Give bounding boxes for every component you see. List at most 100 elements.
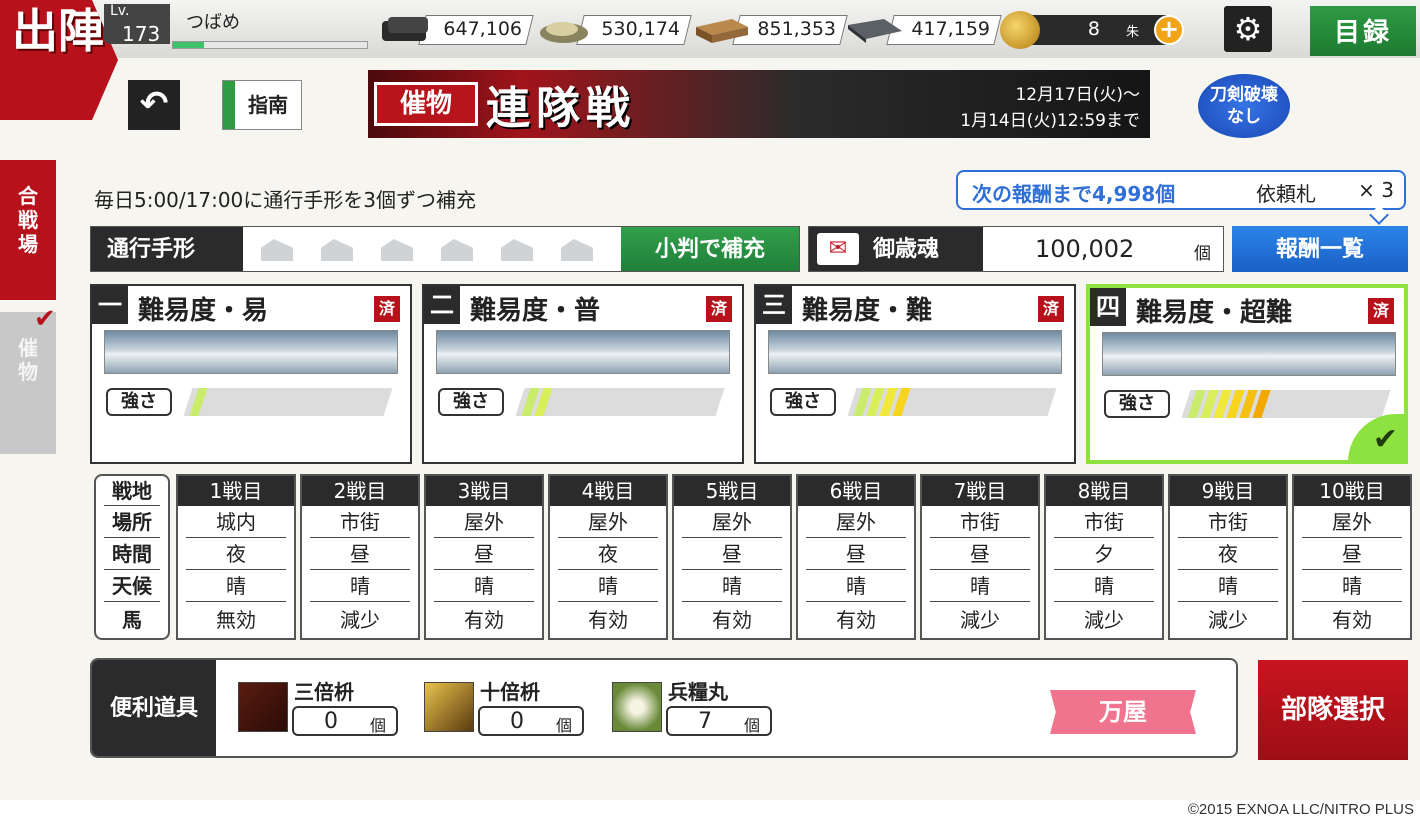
back-arrow-icon[interactable]: ↶: [128, 80, 180, 130]
add-koban-plus-icon[interactable]: +: [1154, 15, 1184, 45]
player-name: つばめ: [186, 12, 240, 33]
battle-time: 夜: [558, 538, 658, 570]
battle-weather: 晴: [558, 570, 658, 602]
level-label: Lv.: [110, 3, 130, 19]
battle-number: 2戦目: [302, 476, 418, 506]
battle-column: 8戦目 市街夕晴減少: [1044, 474, 1164, 640]
ration-pill-icon: [612, 682, 662, 732]
catalog-button[interactable]: 目録: [1310, 6, 1416, 56]
battle-place: 市街: [1178, 506, 1278, 538]
battle-time: 昼: [1302, 538, 1402, 570]
difficulty-card[interactable]: 四難易度・超難 済強さ ✔: [1086, 284, 1408, 464]
next-reward-count: × 3: [1358, 178, 1394, 202]
strength-label: 強さ: [106, 388, 172, 416]
battle-column: 2戦目 市街昼晴減少: [300, 474, 420, 640]
snow-landscape-image: [768, 330, 1062, 374]
strength-bar: [515, 388, 725, 416]
resource-steel: 530,174: [536, 11, 696, 45]
battle-horse: 有効: [836, 608, 876, 632]
battle-number: 10戦目: [1294, 476, 1410, 506]
battle-weather: 晴: [310, 570, 410, 602]
settings-gear-icon[interactable]: ⚙: [1224, 6, 1272, 52]
saisai-value: 100,002: [1035, 235, 1135, 263]
battle-number: 9戦目: [1170, 476, 1286, 506]
battle-table: 戦地 場所 時間 天候馬 1戦目 城内夜晴無効 2戦目 市街昼晴減少 3戦目 屋外昼晴有効 4戦目屋…: [94, 474, 1416, 642]
item-count: 0: [510, 709, 524, 734]
side-tab-battlefield[interactable]: 合戦場: [0, 160, 56, 300]
battle-place: 屋外: [1302, 506, 1402, 538]
battle-place: 城内: [186, 506, 286, 538]
item-unit: 個: [370, 716, 387, 735]
battle-column: 10戦目 屋外昼晴有効: [1292, 474, 1412, 640]
difficulty-number: 二: [424, 286, 460, 324]
refill-with-koban-button[interactable]: 小判で補充: [621, 227, 799, 271]
shop-button[interactable]: 万屋: [1050, 690, 1196, 734]
item-tenfold-box[interactable]: 十倍枡 0 個: [424, 676, 604, 746]
strength-label: 強さ: [1104, 390, 1170, 418]
pass-slot-icon: [321, 239, 353, 261]
battle-column: 4戦目 屋外夜晴有効: [548, 474, 668, 640]
difficulty-card[interactable]: 三難易度・難 済強さ: [754, 284, 1076, 464]
item-ration-pill[interactable]: 兵糧丸 7 個: [612, 676, 792, 746]
pass-slot-icon: [381, 239, 413, 261]
no-break-line1: 刀剣破壊: [1210, 85, 1278, 105]
side-tab-char: 催: [18, 336, 38, 360]
triple-box-icon: [238, 682, 288, 732]
pass-slot-icon: [261, 239, 293, 261]
coolant-icon: [696, 19, 748, 43]
battle-time: 夕: [1054, 538, 1154, 570]
pass-row: 通行手形 小判で補充: [90, 226, 800, 272]
item-count-box: 0 個: [478, 706, 584, 736]
strength-bar: [1181, 390, 1391, 418]
battle-place: 屋外: [558, 506, 658, 538]
battle-place: 屋外: [434, 506, 534, 538]
battle-column: 1戦目 城内夜晴無効: [176, 474, 296, 640]
battle-row-label: 戦地: [104, 476, 160, 506]
strength-segment: [189, 388, 208, 416]
difficulty-card[interactable]: 二難易度・普 済強さ: [422, 284, 744, 464]
battle-number: 5戦目: [674, 476, 790, 506]
difficulty-card[interactable]: 一難易度・易 済強さ: [90, 284, 412, 464]
battle-horse: 減少: [340, 608, 380, 632]
koban-counter: 8 朱 +: [1000, 11, 1196, 49]
side-tab-char: 場: [18, 232, 38, 256]
battle-row-label: 場所: [104, 506, 160, 538]
battle-horse: 有効: [712, 608, 752, 632]
cleared-badge: 済: [706, 296, 732, 322]
snow-landscape-image: [104, 330, 398, 374]
event-date-start: 12月17日(火)～: [1015, 85, 1140, 105]
battle-row-labels: 戦地 場所 時間 天候馬: [94, 474, 170, 640]
resource-whetstone: 417,159: [846, 11, 1006, 45]
item-name: 兵糧丸: [668, 680, 728, 704]
battle-horse: 無効: [216, 608, 256, 632]
battle-weather: 晴: [682, 570, 782, 602]
selected-check-icon: ✔: [1348, 414, 1406, 462]
side-tab-char: 合: [18, 184, 38, 208]
battle-place: 屋外: [682, 506, 782, 538]
difficulty-number: 三: [756, 286, 792, 324]
side-tab-battlefield-label: 合戦場: [0, 184, 56, 256]
battle-time: 昼: [682, 538, 782, 570]
difficulty-title: 難易度・普: [470, 296, 601, 326]
event-title: 連隊戦: [486, 83, 636, 134]
level-value: 173: [122, 22, 161, 46]
battle-place: 屋外: [806, 506, 906, 538]
battle-number: 1戦目: [178, 476, 294, 506]
battle-horse: 有効: [588, 608, 628, 632]
battle-column: 7戦目 市街昼晴減少: [920, 474, 1040, 640]
tenfold-box-icon: [424, 682, 474, 732]
battle-weather: 晴: [1302, 570, 1402, 602]
battle-number: 7戦目: [922, 476, 1038, 506]
resource-whetstone-value: 417,159: [911, 18, 990, 40]
difficulty-title: 難易度・難: [802, 296, 933, 326]
item-unit: 個: [556, 716, 573, 735]
unit-select-button[interactable]: 部隊選択: [1258, 660, 1408, 760]
guide-button[interactable]: 指南: [222, 80, 302, 130]
resource-charcoal: 647,106: [378, 11, 538, 45]
reward-list-button[interactable]: 報酬一覧: [1232, 226, 1408, 272]
event-tag: 催物: [374, 82, 478, 126]
charcoal-icon: [382, 17, 428, 41]
level-box: Lv. 173: [104, 3, 170, 46]
item-triple-box[interactable]: 三倍枡 0 個: [238, 676, 418, 746]
battle-place: 市街: [310, 506, 410, 538]
